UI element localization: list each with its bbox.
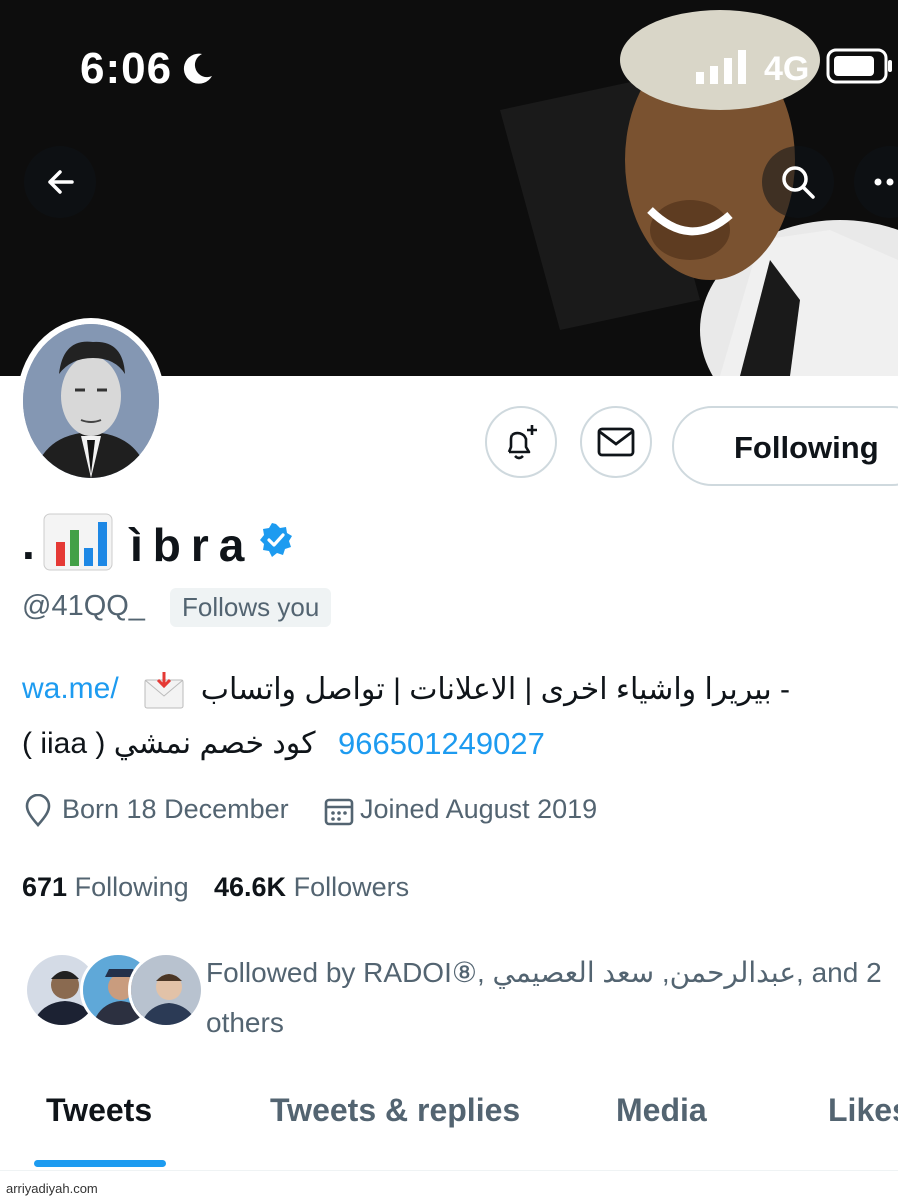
followed-by-avatars[interactable]: [24, 952, 204, 1032]
message-button[interactable]: [580, 406, 652, 478]
following-button-label: Following: [734, 430, 879, 465]
tab-media[interactable]: Media: [616, 1092, 707, 1129]
back-button[interactable]: [24, 146, 96, 218]
avatar-photo: [23, 324, 159, 478]
followers-label: Followers: [293, 872, 410, 902]
born-date: Born 18 December: [62, 794, 289, 824]
following-button[interactable]: Following: [672, 406, 898, 486]
notify-button[interactable]: [485, 406, 557, 478]
following-count: 671: [22, 872, 68, 902]
followed-by-text[interactable]: Followed by RADOI⑧, عبدالرحمن, سعد العصي…: [206, 948, 886, 1048]
watermark: arriyadiyah.com: [6, 1181, 98, 1196]
following-stat[interactable]: 671 Following: [22, 872, 189, 903]
back-arrow-icon: [48, 170, 74, 194]
search-button[interactable]: [762, 146, 834, 218]
following-label: Following: [74, 872, 189, 902]
more-icon: [874, 178, 894, 186]
tab-likes[interactable]: Likes: [828, 1092, 898, 1129]
tab-tweets[interactable]: Tweets: [46, 1092, 152, 1129]
moon-icon: [183, 53, 212, 84]
location-pin-icon: [25, 794, 51, 827]
signal-icon: [696, 50, 746, 84]
profile-avatar[interactable]: [17, 318, 165, 484]
name-text: ìbra: [130, 519, 255, 571]
avatar: [128, 952, 204, 1028]
verified-icon: [260, 523, 292, 557]
status-time: 6:06: [80, 44, 173, 93]
bio-link[interactable]: wa.me/: [22, 672, 119, 706]
profile-tabs: Tweets Tweets & replies Media Likes: [0, 1086, 898, 1171]
follows-you-badge: Follows you: [170, 588, 332, 627]
bio-phone-link[interactable]: 966501249027: [338, 726, 545, 762]
profile-handle: @41QQ_: [22, 590, 145, 622]
bio-text-1: - بيريرا واشياء اخرى | الاعلانات | تواصل…: [200, 673, 790, 706]
calendar-icon: [324, 798, 354, 826]
notify-plus-icon: [507, 425, 537, 460]
bar-chart-icon: [43, 513, 113, 571]
active-tab-indicator: [34, 1160, 166, 1167]
network-label: 4G: [764, 50, 810, 88]
envelope-icon: [144, 672, 184, 709]
bio-text-2: كود خصم نمشي ( iiaa ): [22, 727, 316, 760]
battery-icon: [826, 48, 892, 84]
search-icon: [782, 166, 815, 199]
joined-date: Joined August 2019: [360, 794, 598, 824]
message-icon: [597, 427, 635, 457]
followers-stat[interactable]: 46.6K Followers: [214, 872, 409, 903]
followers-count: 46.6K: [214, 872, 287, 902]
tab-tweets-replies[interactable]: Tweets & replies: [270, 1092, 520, 1129]
name-prefix: .: [22, 517, 35, 569]
